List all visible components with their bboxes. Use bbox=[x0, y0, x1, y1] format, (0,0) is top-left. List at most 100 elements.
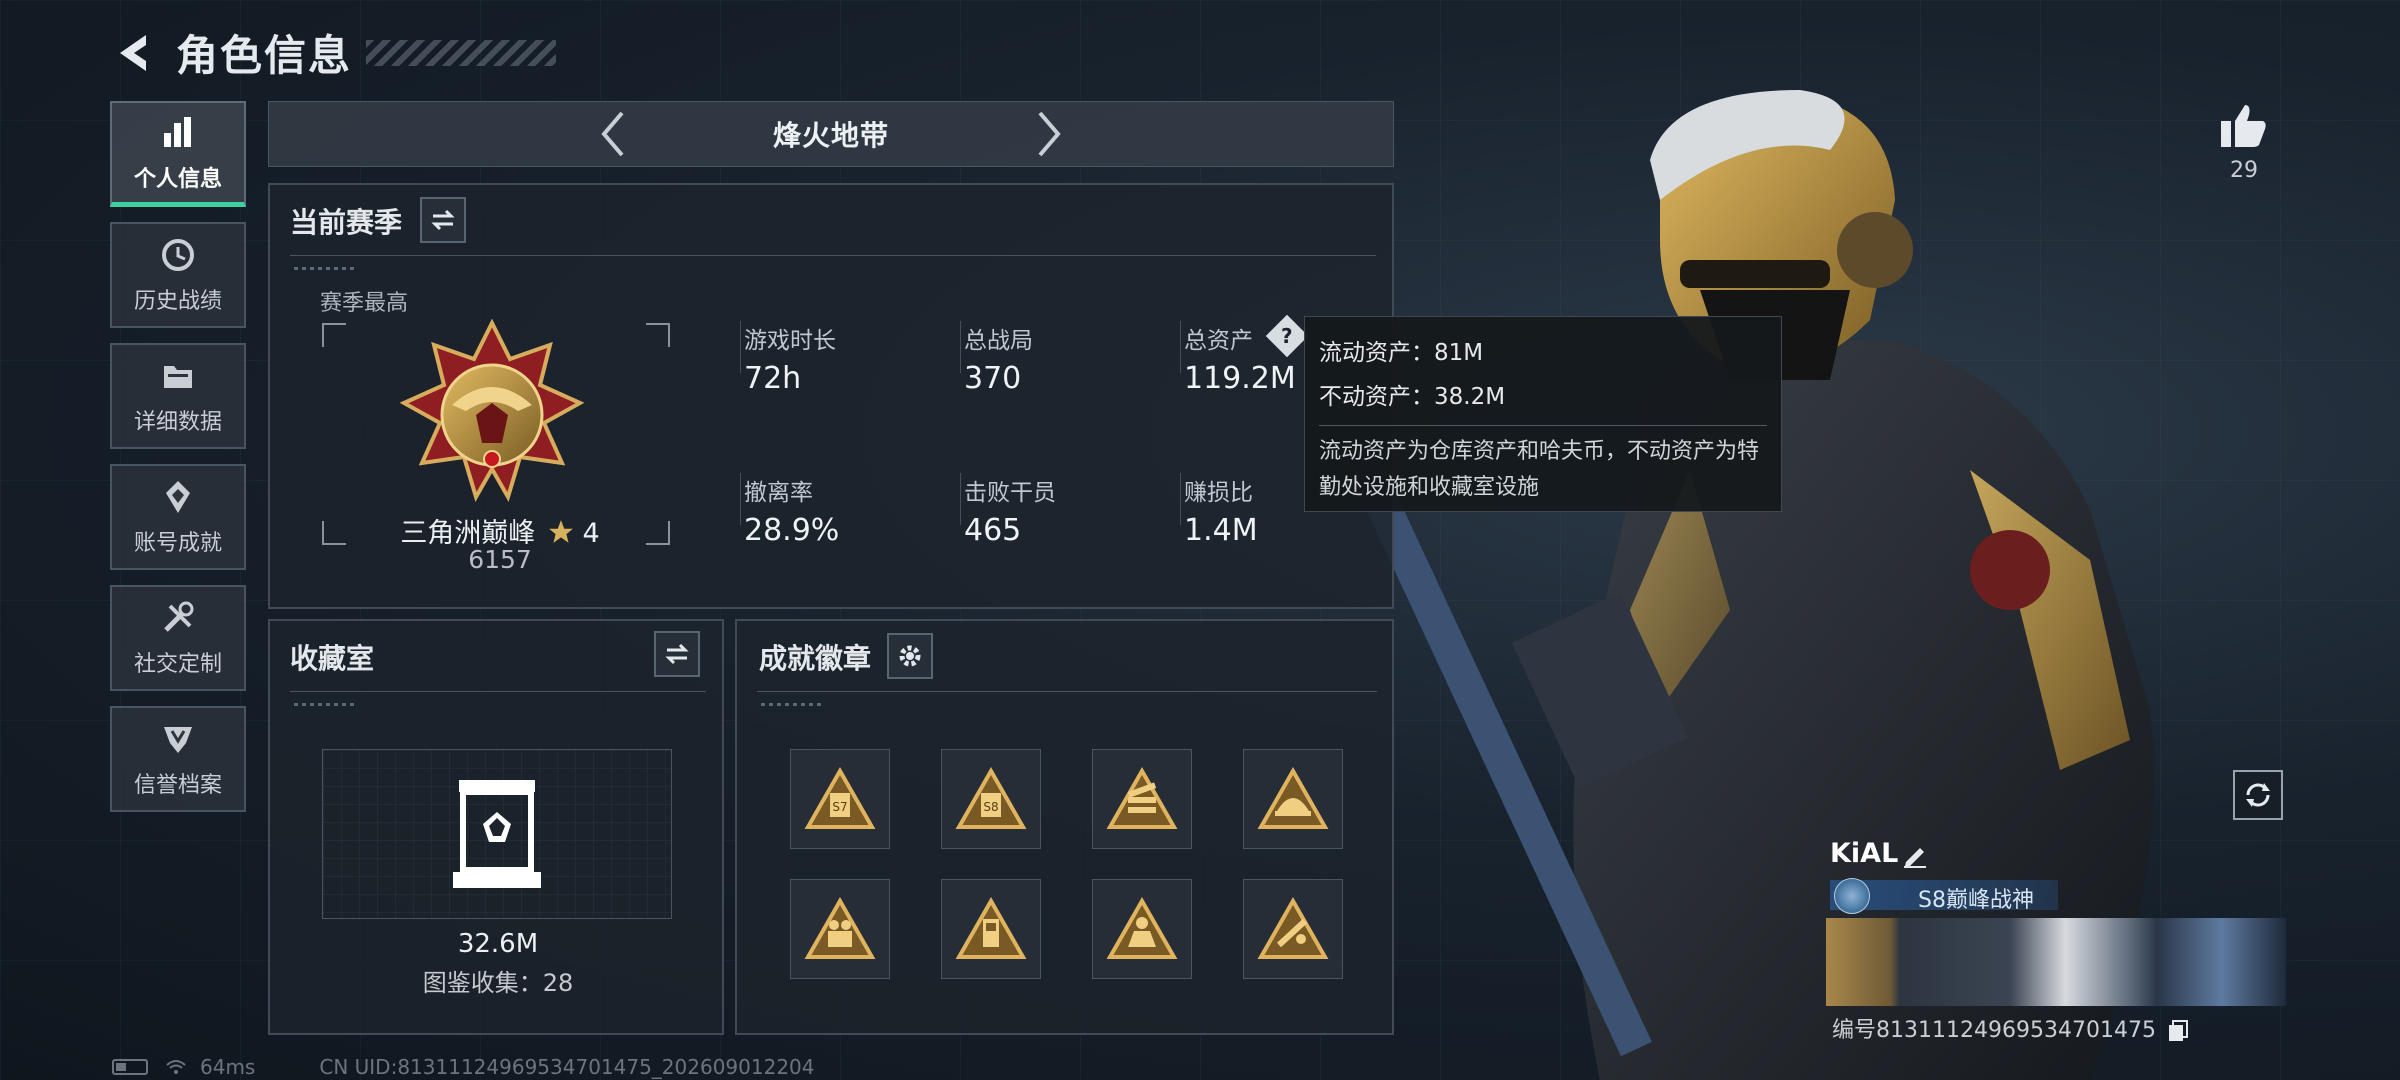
shield-icon bbox=[158, 719, 198, 759]
collection-value: 32.6M bbox=[457, 929, 539, 959]
like-button[interactable] bbox=[2214, 96, 2274, 156]
sidebar-item-personal-info[interactable]: 个人信息 bbox=[110, 101, 246, 207]
vault-case-icon bbox=[453, 780, 541, 888]
back-button[interactable] bbox=[110, 27, 158, 79]
divider bbox=[290, 691, 706, 692]
mode-selector: 烽火地带 bbox=[268, 101, 1394, 167]
sidebar-item-label: 历史战绩 bbox=[133, 289, 222, 314]
achievement-icon bbox=[158, 477, 198, 517]
refresh-icon bbox=[2246, 783, 2270, 807]
achievement-badge[interactable] bbox=[1243, 749, 1343, 849]
achievement-badge[interactable] bbox=[1092, 879, 1192, 979]
badge-icon bbox=[1257, 767, 1329, 829]
stat-label-assets: 总资产 bbox=[1184, 328, 1253, 354]
divider bbox=[290, 255, 1376, 256]
swap-icon bbox=[431, 209, 455, 231]
sidebar-item-label: 账号成就 bbox=[133, 531, 222, 556]
divider-tick bbox=[294, 703, 354, 706]
mode-prev-button[interactable] bbox=[583, 104, 643, 164]
stat-label-playtime: 游戏时长 bbox=[744, 328, 836, 354]
assets-help-button[interactable]: ? bbox=[1265, 314, 1309, 358]
star-icon bbox=[548, 520, 573, 543]
sidebar-item-label: 详细数据 bbox=[133, 410, 222, 435]
svg-text:S8: S8 bbox=[983, 800, 998, 814]
sidebar-item-label: 信誉档案 bbox=[133, 773, 222, 798]
copy-icon[interactable] bbox=[2167, 1019, 2189, 1043]
like-count: 29 bbox=[2230, 158, 2258, 183]
stat-label-matches: 总战局 bbox=[964, 328, 1033, 354]
divider-tick bbox=[761, 703, 821, 706]
achievement-badge[interactable]: S7 bbox=[790, 749, 890, 849]
edit-name-button[interactable] bbox=[1898, 840, 1932, 870]
chevron-right-icon bbox=[1038, 111, 1061, 157]
rank-medal-icon bbox=[399, 319, 585, 503]
rank-score: 6157 bbox=[468, 545, 532, 574]
uid-footer-text: CN UID:81311124969534701475_202609012204 bbox=[319, 1055, 815, 1079]
divider bbox=[1180, 473, 1181, 525]
collection-vault[interactable] bbox=[322, 749, 672, 919]
sidebar-item-achievements[interactable]: 账号成就 bbox=[110, 464, 246, 570]
divider bbox=[757, 691, 1377, 692]
wifi-icon bbox=[164, 1057, 188, 1077]
badge-icon: S7 bbox=[804, 767, 876, 829]
sidebar-item-detailed-data[interactable]: 详细数据 bbox=[110, 343, 246, 449]
sidebar-item-reputation[interactable]: 信誉档案 bbox=[110, 706, 246, 812]
badge-icon bbox=[1106, 897, 1178, 959]
status-bar: 64ms CN UID:81311124969534701475_2026090… bbox=[112, 1055, 815, 1079]
player-uid: 编号8131112496953470​1475 bbox=[1832, 1012, 2189, 1044]
mode-next-button[interactable] bbox=[1019, 104, 1079, 164]
chevron-left-icon bbox=[601, 111, 624, 157]
collection-switch-button[interactable] bbox=[654, 631, 700, 677]
divider bbox=[960, 321, 961, 373]
divider bbox=[960, 473, 961, 525]
stat-label-kills: 击败干员 bbox=[964, 480, 1056, 506]
divider bbox=[740, 473, 741, 525]
divider-tick bbox=[294, 267, 354, 270]
badge-icon bbox=[1257, 897, 1329, 959]
mode-title: 烽火地带 bbox=[772, 119, 889, 152]
divider bbox=[740, 321, 741, 373]
season-switch-button[interactable] bbox=[420, 197, 466, 243]
tooltip-description: 流动资产为仓库资产和哈夫币，不动资产为特勤处设施和收藏室设施 bbox=[1319, 439, 1760, 500]
player-name: KiAL bbox=[1830, 838, 1899, 869]
achievement-badge[interactable] bbox=[941, 879, 1041, 979]
divider bbox=[1180, 321, 1181, 373]
stat-value-matches: 370 bbox=[964, 361, 1022, 396]
page-title: 角色信息 bbox=[176, 31, 353, 80]
player-title-text: S8巅峰战神 bbox=[1918, 888, 2034, 913]
pencil-icon bbox=[1904, 848, 1926, 868]
stat-label-extract-rate: 撤离率 bbox=[744, 480, 813, 506]
achievement-badge[interactable]: S8 bbox=[941, 749, 1041, 849]
title-emblem-icon bbox=[1834, 878, 1870, 914]
gear-icon bbox=[899, 645, 921, 667]
swap-icon bbox=[665, 643, 689, 665]
badge-icon bbox=[1106, 767, 1178, 829]
season-title: 当前赛季 bbox=[290, 206, 403, 239]
season-best-label: 赛季最高 bbox=[320, 291, 409, 316]
achievement-badge[interactable] bbox=[1243, 879, 1343, 979]
stat-value-profit-ratio: 1.4M bbox=[1184, 513, 1258, 548]
collection-count: 图鉴收集：28 bbox=[422, 969, 574, 997]
divider bbox=[1319, 425, 1767, 426]
player-banner bbox=[1826, 918, 2286, 1006]
ping-text: 64ms bbox=[200, 1055, 256, 1079]
header: 角色信息 bbox=[110, 22, 557, 83]
badges-settings-button[interactable] bbox=[887, 633, 933, 679]
title-decoration bbox=[366, 39, 557, 66]
thumbs-up-icon bbox=[2221, 105, 2266, 147]
achievement-badge[interactable] bbox=[1092, 749, 1192, 849]
tools-icon bbox=[158, 598, 198, 638]
badge-icon bbox=[955, 897, 1027, 959]
battery-icon bbox=[112, 1059, 148, 1075]
rotate-model-button[interactable] bbox=[2233, 770, 2283, 820]
sidebar-item-history[interactable]: 历史战绩 bbox=[110, 222, 246, 328]
back-arrow-icon bbox=[120, 34, 146, 71]
player-uid-text: 编号8131112496953470​1475 bbox=[1832, 1018, 2156, 1043]
stat-value-playtime: 72h bbox=[744, 361, 802, 396]
stat-label-profit-ratio: 赚损比 bbox=[1184, 480, 1253, 506]
badge-icon bbox=[804, 897, 876, 959]
badges-title: 成就徽章 bbox=[759, 642, 872, 675]
achievement-badge[interactable] bbox=[790, 879, 890, 979]
sidebar-item-social[interactable]: 社交定制 bbox=[110, 585, 246, 691]
sidebar: 个人信息 历史战绩 详细数据 账号成就 社交定制 信誉档案 bbox=[110, 101, 250, 827]
